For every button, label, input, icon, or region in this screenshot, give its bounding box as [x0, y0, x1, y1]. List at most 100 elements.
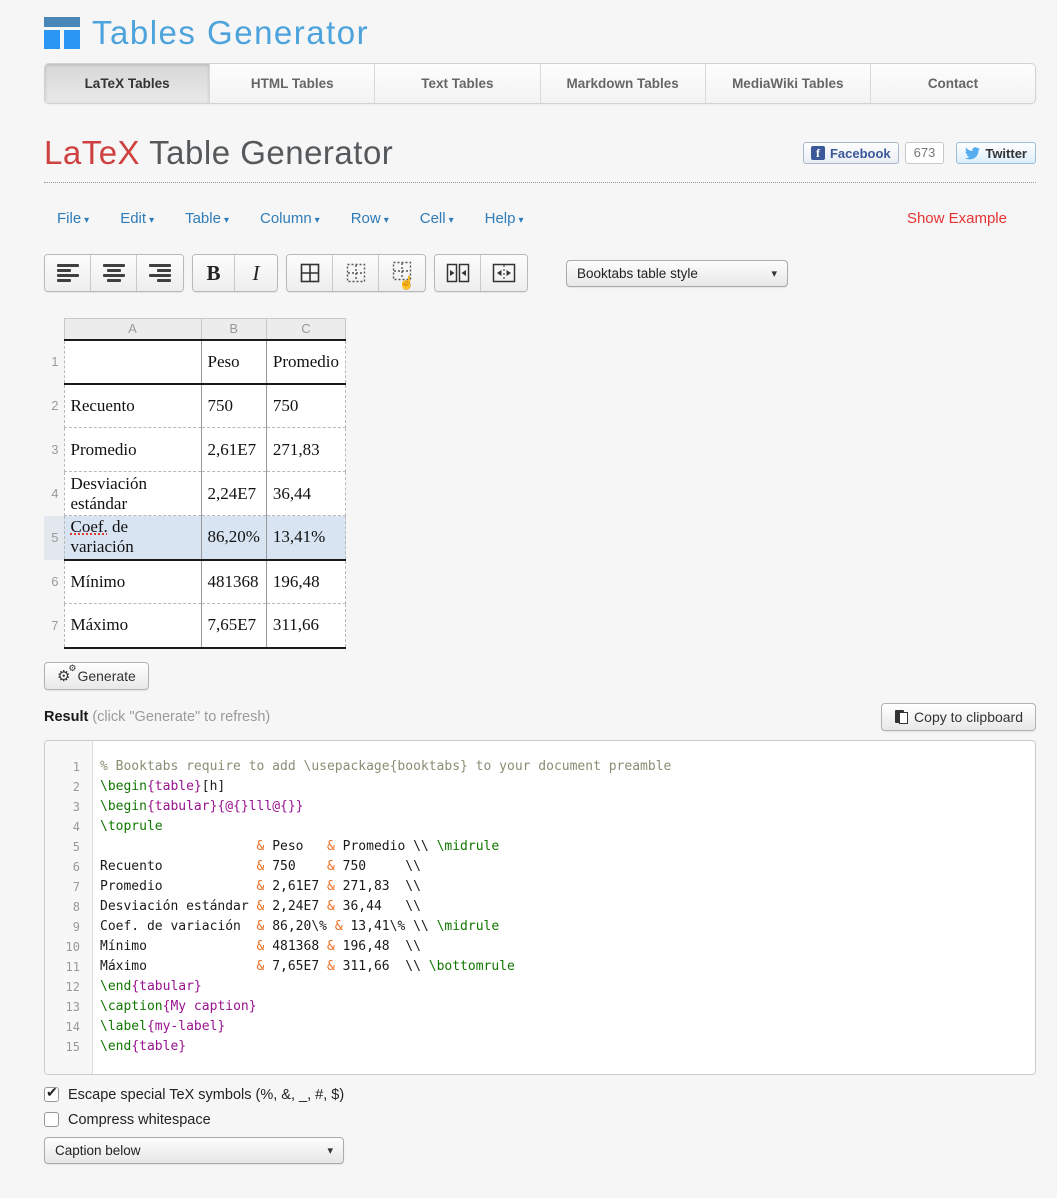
- checkbox-label: Escape special TeX symbols (%, &, _, #, …: [68, 1087, 344, 1103]
- cell[interactable]: Mínimo: [64, 560, 201, 604]
- tab-html-tables[interactable]: HTML Tables: [210, 64, 375, 103]
- cell[interactable]: 2,24E7: [201, 472, 266, 516]
- check-icon: ✔: [46, 1084, 58, 1101]
- tables-generator-logo-icon: [44, 17, 80, 49]
- align-left-button[interactable]: [45, 255, 91, 291]
- code-line: \caption{My caption}: [100, 997, 671, 1017]
- menu-cell[interactable]: Cell▾: [420, 210, 454, 227]
- row-number-1[interactable]: 1: [44, 340, 64, 384]
- column-header-row: ABC: [44, 319, 346, 340]
- table-style-select[interactable]: Booktabs table style ▾: [566, 260, 788, 287]
- menu-table[interactable]: Table▾: [185, 210, 229, 227]
- page-title-rest: Table Generator: [140, 134, 393, 171]
- cell[interactable]: 13,41%: [266, 516, 345, 560]
- cell[interactable]: 311,66: [266, 604, 345, 648]
- align-center-button[interactable]: [91, 255, 137, 291]
- facebook-share-button[interactable]: f Facebook: [803, 142, 899, 164]
- cell[interactable]: Recuento: [64, 384, 201, 428]
- cell[interactable]: 196,48: [266, 560, 345, 604]
- menu-row[interactable]: Row▾: [351, 210, 389, 227]
- cell[interactable]: 750: [266, 384, 345, 428]
- line-number: 3: [45, 797, 92, 817]
- row-number-5[interactable]: 5: [44, 516, 64, 560]
- column-header-a[interactable]: A: [64, 319, 201, 340]
- menu-file[interactable]: File▾: [57, 210, 89, 227]
- caption-position-select[interactable]: Caption below ▾: [44, 1137, 344, 1164]
- tab-bar: LaTeX TablesHTML TablesText TablesMarkdo…: [44, 63, 1036, 104]
- row-number-7[interactable]: 7: [44, 604, 64, 648]
- cell[interactable]: 271,83: [266, 428, 345, 472]
- twitter-share-button[interactable]: Twitter: [956, 142, 1036, 164]
- checkbox-escape-special-tex-symbols[interactable]: ✔: [44, 1087, 59, 1102]
- cell[interactable]: 2,61E7: [201, 428, 266, 472]
- merge-cells-button[interactable]: [435, 255, 481, 291]
- cell[interactable]: 750: [201, 384, 266, 428]
- spreadsheet[interactable]: ABC 1PesoPromedio2Recuento7507503Promedi…: [44, 318, 1036, 649]
- tab-mediawiki-tables[interactable]: MediaWiki Tables: [706, 64, 871, 103]
- italic-button[interactable]: I: [235, 255, 277, 291]
- row-number-6[interactable]: 6: [44, 560, 64, 604]
- checkbox-row: ✔ Escape special TeX symbols (%, &, _, #,…: [44, 1087, 1036, 1103]
- table-row: 2Recuento750750: [44, 384, 346, 428]
- cell[interactable]: Máximo: [64, 604, 201, 648]
- no-borders-button[interactable]: [333, 255, 379, 291]
- tab-text-tables[interactable]: Text Tables: [375, 64, 540, 103]
- column-header-b[interactable]: B: [201, 319, 266, 340]
- misspelled-word: Coef.: [71, 517, 108, 536]
- menu-help[interactable]: Help▾: [485, 210, 524, 227]
- tab-contact[interactable]: Contact: [871, 64, 1035, 103]
- split-cells-icon: [492, 263, 516, 283]
- result-hint: (click "Generate" to refresh): [88, 709, 270, 725]
- cell[interactable]: Promedio: [266, 340, 345, 384]
- generate-button[interactable]: ⚙⚙ Generate: [44, 662, 149, 690]
- all-borders-button[interactable]: [287, 255, 333, 291]
- tab-markdown-tables[interactable]: Markdown Tables: [541, 64, 706, 103]
- latex-code-editor[interactable]: 123456789101112131415 % Booktabs require…: [44, 740, 1036, 1075]
- twitter-bird-icon: [965, 147, 980, 160]
- checkbox-row: ✔Compress whitespace: [44, 1112, 1036, 1128]
- chevron-down-icon: ▾: [771, 267, 777, 280]
- all-borders-icon: [300, 263, 320, 283]
- facebook-icon: f: [811, 146, 825, 160]
- copy-to-clipboard-button[interactable]: Copy to clipboard: [881, 703, 1036, 731]
- cell[interactable]: Desviación estándar: [64, 472, 201, 516]
- bold-button[interactable]: B: [193, 255, 235, 291]
- cell[interactable]: 86,20%: [201, 516, 266, 560]
- column-header-c[interactable]: C: [266, 319, 345, 340]
- code-line: Coef. de variación & 86,20\% & 13,41\% \…: [100, 917, 671, 937]
- align-right-icon: [149, 262, 171, 284]
- cell[interactable]: 7,65E7: [201, 604, 266, 648]
- chevron-down-icon: ▾: [149, 215, 154, 226]
- cell[interactable]: Promedio: [64, 428, 201, 472]
- output-options: ✔ Escape special TeX symbols (%, &, _, #,…: [44, 1087, 1036, 1164]
- row-number-3[interactable]: 3: [44, 428, 64, 472]
- row-number-2[interactable]: 2: [44, 384, 64, 428]
- page-title: LaTeX Table Generator: [44, 134, 393, 172]
- menu-column[interactable]: Column▾: [260, 210, 320, 227]
- show-example-link[interactable]: Show Example: [907, 210, 1007, 227]
- cell[interactable]: Peso: [201, 340, 266, 384]
- custom-borders-button[interactable]: ☝: [379, 255, 425, 291]
- split-cells-button[interactable]: [481, 255, 527, 291]
- row-number-4[interactable]: 4: [44, 472, 64, 516]
- cell[interactable]: 36,44: [266, 472, 345, 516]
- code-line: Promedio & 2,61E7 & 271,83 \\: [100, 877, 671, 897]
- checkbox-compress-whitespace[interactable]: ✔: [44, 1112, 59, 1127]
- tab-latex-tables[interactable]: LaTeX Tables: [45, 64, 210, 103]
- line-number: 15: [45, 1037, 92, 1057]
- code-line: & Peso & Promedio \\ \midrule: [100, 837, 671, 857]
- merge-cells-icon: [446, 263, 470, 283]
- code-line: \toprule: [100, 817, 671, 837]
- gears-icon: ⚙⚙: [57, 667, 70, 685]
- checkbox-list: ✔ Escape special TeX symbols (%, &, _, #,…: [44, 1087, 1036, 1128]
- code-line: \end{table}: [100, 1037, 671, 1057]
- cell[interactable]: Coef. de variación: [64, 516, 201, 560]
- cell[interactable]: [64, 340, 201, 384]
- clipboard-icon: [894, 709, 908, 725]
- menu-edit[interactable]: Edit▾: [120, 210, 154, 227]
- line-number: 8: [45, 897, 92, 917]
- site-header: Tables Generator: [44, 10, 1036, 56]
- align-right-button[interactable]: [137, 255, 183, 291]
- line-number: 6: [45, 857, 92, 877]
- cell[interactable]: 481368: [201, 560, 266, 604]
